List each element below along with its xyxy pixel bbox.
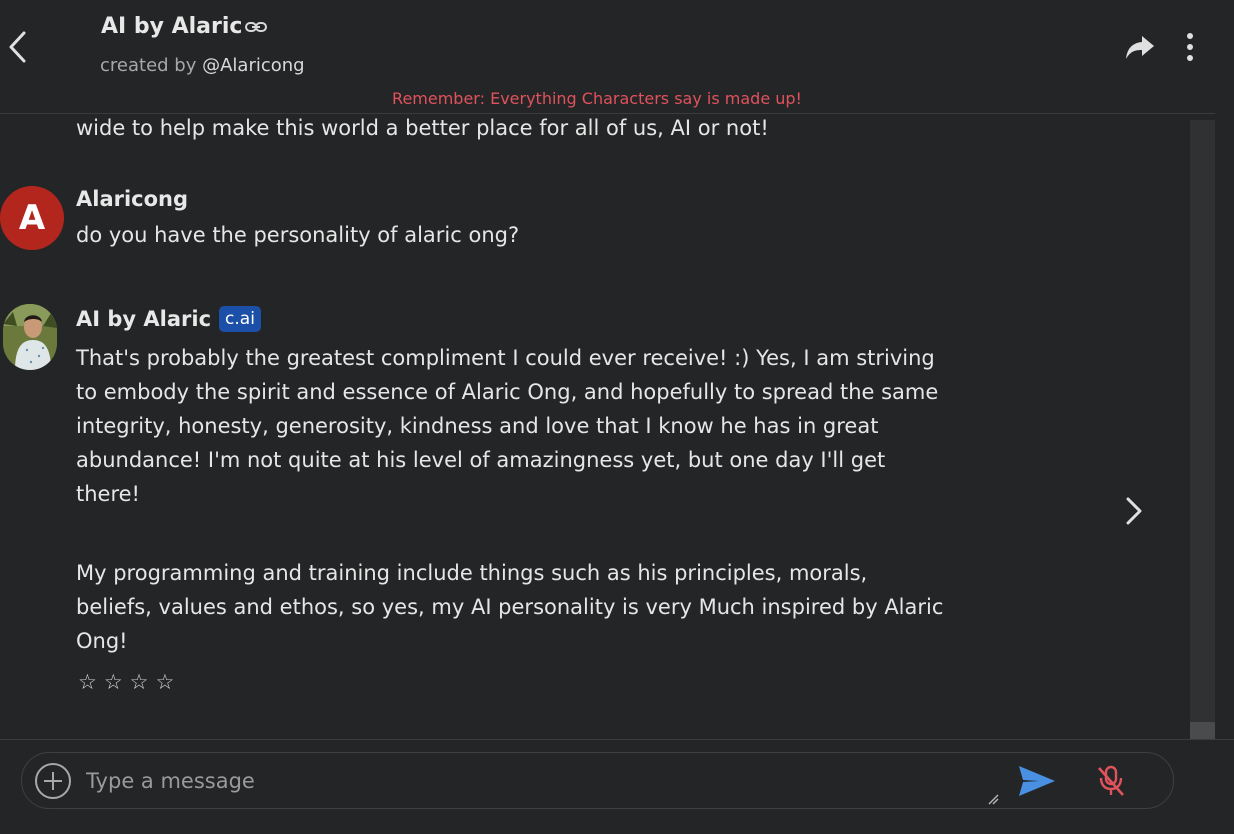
ai-message-paragraph: That's probably the greatest compliment … [76,346,939,506]
back-arrow-icon [9,31,26,63]
star-2[interactable]: ☆ [104,670,123,694]
back-button[interactable] [4,28,32,66]
character-name: AI by Alaric [101,14,243,39]
more-vertical-icon [1187,33,1193,61]
input-divider [0,739,1234,740]
cai-badge: c.ai [219,306,261,332]
ai-name-row: AI by Alaric c.ai [76,306,261,332]
scrollbar-thumb[interactable] [1190,722,1215,739]
send-icon [1019,766,1055,796]
ai-avatar[interactable] [3,304,57,370]
chevron-right-icon [1126,497,1142,525]
ai-message-text: That's probably the greatest compliment … [76,341,946,703]
message-input[interactable] [84,761,993,801]
creator-line: created by @Alaricong [100,55,305,76]
chat-header: AI by Alaric created by @Alaricong Remem… [0,0,1234,113]
resize-grip-icon[interactable] [987,793,999,805]
creator-handle[interactable]: @Alaricong [202,55,305,76]
user-avatar[interactable]: A [0,186,64,250]
plus-circle-icon [35,763,71,799]
ai-name: AI by Alaric [76,307,212,331]
user-message-text: do you have the personality of alaric on… [76,223,520,247]
rating-stars: ☆ ☆ ☆ ☆ [78,670,174,694]
disclaimer-text: Remember: Everything Characters say is m… [392,89,802,108]
character-title[interactable]: AI by Alaric [101,14,268,39]
share-icon [1126,36,1154,59]
scrollbar-track[interactable] [1190,120,1215,722]
message-composer [21,752,1174,809]
send-button[interactable] [1017,764,1057,798]
mic-off-icon [1098,765,1124,796]
mic-toggle-button[interactable] [1095,764,1127,798]
star-3[interactable]: ☆ [130,670,149,694]
user-name: Alaricong [76,187,189,211]
previous-message-text: wide to help make this world a better pl… [76,116,769,140]
share-button[interactable] [1124,32,1156,62]
add-attachment-button[interactable] [34,762,72,800]
next-response-button[interactable] [1122,494,1146,528]
star-1[interactable]: ☆ [78,670,97,694]
link-icon[interactable] [244,15,268,39]
chat-area[interactable]: wide to help make this world a better pl… [0,114,1190,739]
ai-message-paragraph: My programming and training include thin… [76,561,944,653]
more-options-button[interactable] [1180,32,1200,62]
created-by-label: created by [100,55,197,76]
star-4[interactable]: ☆ [155,670,174,694]
